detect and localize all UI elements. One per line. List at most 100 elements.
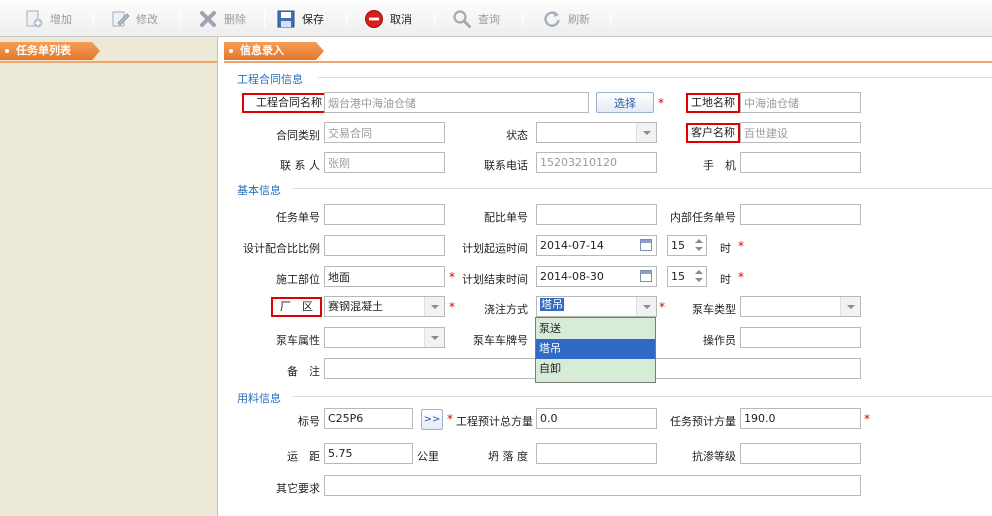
refresh-button-label: 刷新 xyxy=(568,12,590,26)
plan-start-date-field[interactable]: 2014-07-14 xyxy=(536,235,657,256)
site-part-field[interactable] xyxy=(324,266,445,287)
chevron-down-icon[interactable] xyxy=(424,297,444,316)
contract-type-field[interactable] xyxy=(324,122,445,143)
delete-button-label: 删除 xyxy=(224,12,246,26)
distance-label: 运 距 xyxy=(287,450,320,463)
status-select[interactable] xyxy=(536,122,657,143)
pour-method-dropdown[interactable]: 泵送 塔吊 自卸 xyxy=(535,317,656,383)
distance-field[interactable] xyxy=(324,443,413,464)
toolbar-separator xyxy=(346,10,347,27)
task-list-tab[interactable]: 任务单列表 xyxy=(0,42,100,60)
toolbar-separator xyxy=(93,10,94,27)
bullet-icon xyxy=(229,49,233,53)
grade-field[interactable] xyxy=(324,408,413,429)
dropdown-option[interactable]: 自卸 xyxy=(536,359,655,379)
hour-unit: 时 xyxy=(720,242,731,255)
other-requirement-field[interactable] xyxy=(324,475,861,496)
edit-button[interactable]: 修改 xyxy=(110,0,158,37)
toolbar-separator xyxy=(610,10,611,27)
task-no-field[interactable] xyxy=(324,204,445,225)
plan-start-hour-field[interactable]: 15 xyxy=(667,235,707,256)
task-list-title: 任务单列表 xyxy=(16,44,71,57)
required-mark: * xyxy=(449,270,455,284)
save-button-label: 保存 xyxy=(302,12,324,26)
cancel-button[interactable]: 取消 xyxy=(364,0,412,37)
task-volume-label: 任务预计方量 xyxy=(670,415,736,428)
floppy-disk-icon xyxy=(277,10,295,27)
chevron-down-icon[interactable] xyxy=(636,123,656,142)
refresh-button[interactable]: 刷新 xyxy=(542,0,590,37)
grade-picker-button[interactable]: >> xyxy=(421,409,443,430)
chevron-down-icon[interactable] xyxy=(840,297,860,316)
info-entry-tab[interactable]: 信息录入 xyxy=(224,42,324,60)
operator-field[interactable] xyxy=(740,327,861,348)
plan-end-date-value: 2014-08-30 xyxy=(540,270,604,283)
contact-field[interactable] xyxy=(324,152,445,173)
site-name-field[interactable] xyxy=(740,92,861,113)
chevron-down-icon[interactable] xyxy=(424,328,444,347)
grade-label: 标号 xyxy=(298,415,320,428)
section-title-contract: 工程合同信息 xyxy=(237,73,303,86)
customer-name-field[interactable] xyxy=(740,122,861,143)
contract-name-field[interactable] xyxy=(324,92,589,113)
save-button[interactable]: 保存 xyxy=(276,0,324,37)
slump-field[interactable] xyxy=(536,443,657,464)
contact-label: 联 系 人 xyxy=(280,159,320,172)
internal-no-field[interactable] xyxy=(740,204,861,225)
mix-no-field[interactable] xyxy=(536,204,657,225)
pour-method-select[interactable]: 塔吊 xyxy=(536,296,657,317)
status-label: 状态 xyxy=(506,129,528,142)
contract-name-label: 工程合同名称 xyxy=(242,93,336,113)
dropdown-option[interactable]: 泵送 xyxy=(536,319,655,339)
add-button-label: 增加 xyxy=(50,12,72,26)
plan-end-date-field[interactable]: 2014-08-30 xyxy=(536,266,657,287)
required-mark: * xyxy=(738,239,744,253)
plan-end-hour-field[interactable]: 15 xyxy=(667,266,707,287)
delete-x-icon xyxy=(200,10,216,27)
design-ratio-field[interactable] xyxy=(324,235,445,256)
section-title-material: 用料信息 xyxy=(237,392,281,405)
impermeability-label: 抗渗等级 xyxy=(692,450,736,463)
delete-button[interactable]: 删除 xyxy=(198,0,246,37)
plan-end-label: 计划结束时间 xyxy=(462,273,528,286)
site-part-label: 施工部位 xyxy=(276,273,320,286)
bullet-icon xyxy=(5,49,9,53)
pump-attr-select[interactable] xyxy=(324,327,445,348)
mobile-field[interactable] xyxy=(740,152,861,173)
design-ratio-label: 设计配合比比例 xyxy=(243,242,320,255)
phone-field[interactable] xyxy=(536,152,657,173)
cancel-button-label: 取消 xyxy=(390,12,412,26)
slump-label: 坍 落 度 xyxy=(488,450,528,463)
factory-label: 厂 区 xyxy=(271,297,322,317)
calendar-icon[interactable] xyxy=(640,270,652,282)
pour-method-select-value: 塔吊 xyxy=(540,298,564,311)
chevron-down-icon[interactable] xyxy=(636,297,656,316)
pump-attr-label: 泵车属性 xyxy=(276,334,320,347)
operator-label: 操作员 xyxy=(703,334,736,347)
hour-spinner-icon[interactable] xyxy=(693,267,705,286)
pump-type-select[interactable] xyxy=(740,296,861,317)
phone-label: 联系电话 xyxy=(484,159,528,172)
factory-select[interactable]: 赛钢混凝土 xyxy=(324,296,445,317)
other-requirement-label: 其它要求 xyxy=(276,482,320,495)
task-volume-field[interactable] xyxy=(740,408,861,429)
dropdown-option-selected[interactable]: 塔吊 xyxy=(536,339,655,359)
search-icon xyxy=(453,9,471,28)
toolbar-separator xyxy=(180,10,181,27)
hour-spinner-icon[interactable] xyxy=(693,236,705,255)
calendar-icon[interactable] xyxy=(640,239,652,251)
section-title-basic: 基本信息 xyxy=(237,184,281,197)
required-mark: * xyxy=(738,270,744,284)
cancel-minus-icon xyxy=(365,9,383,28)
select-contract-button[interactable]: 选择 xyxy=(596,92,654,113)
site-name-label: 工地名称 xyxy=(686,93,740,113)
mix-no-label: 配比单号 xyxy=(484,211,528,224)
total-volume-field[interactable] xyxy=(536,408,657,429)
impermeability-field[interactable] xyxy=(740,443,861,464)
toolbar-separator xyxy=(434,10,435,27)
required-mark: * xyxy=(447,412,453,426)
add-button[interactable]: 增加 xyxy=(24,0,72,37)
plan-start-label: 计划起运时间 xyxy=(462,242,528,255)
pump-type-label: 泵车类型 xyxy=(692,303,736,316)
query-button[interactable]: 查询 xyxy=(452,0,500,37)
